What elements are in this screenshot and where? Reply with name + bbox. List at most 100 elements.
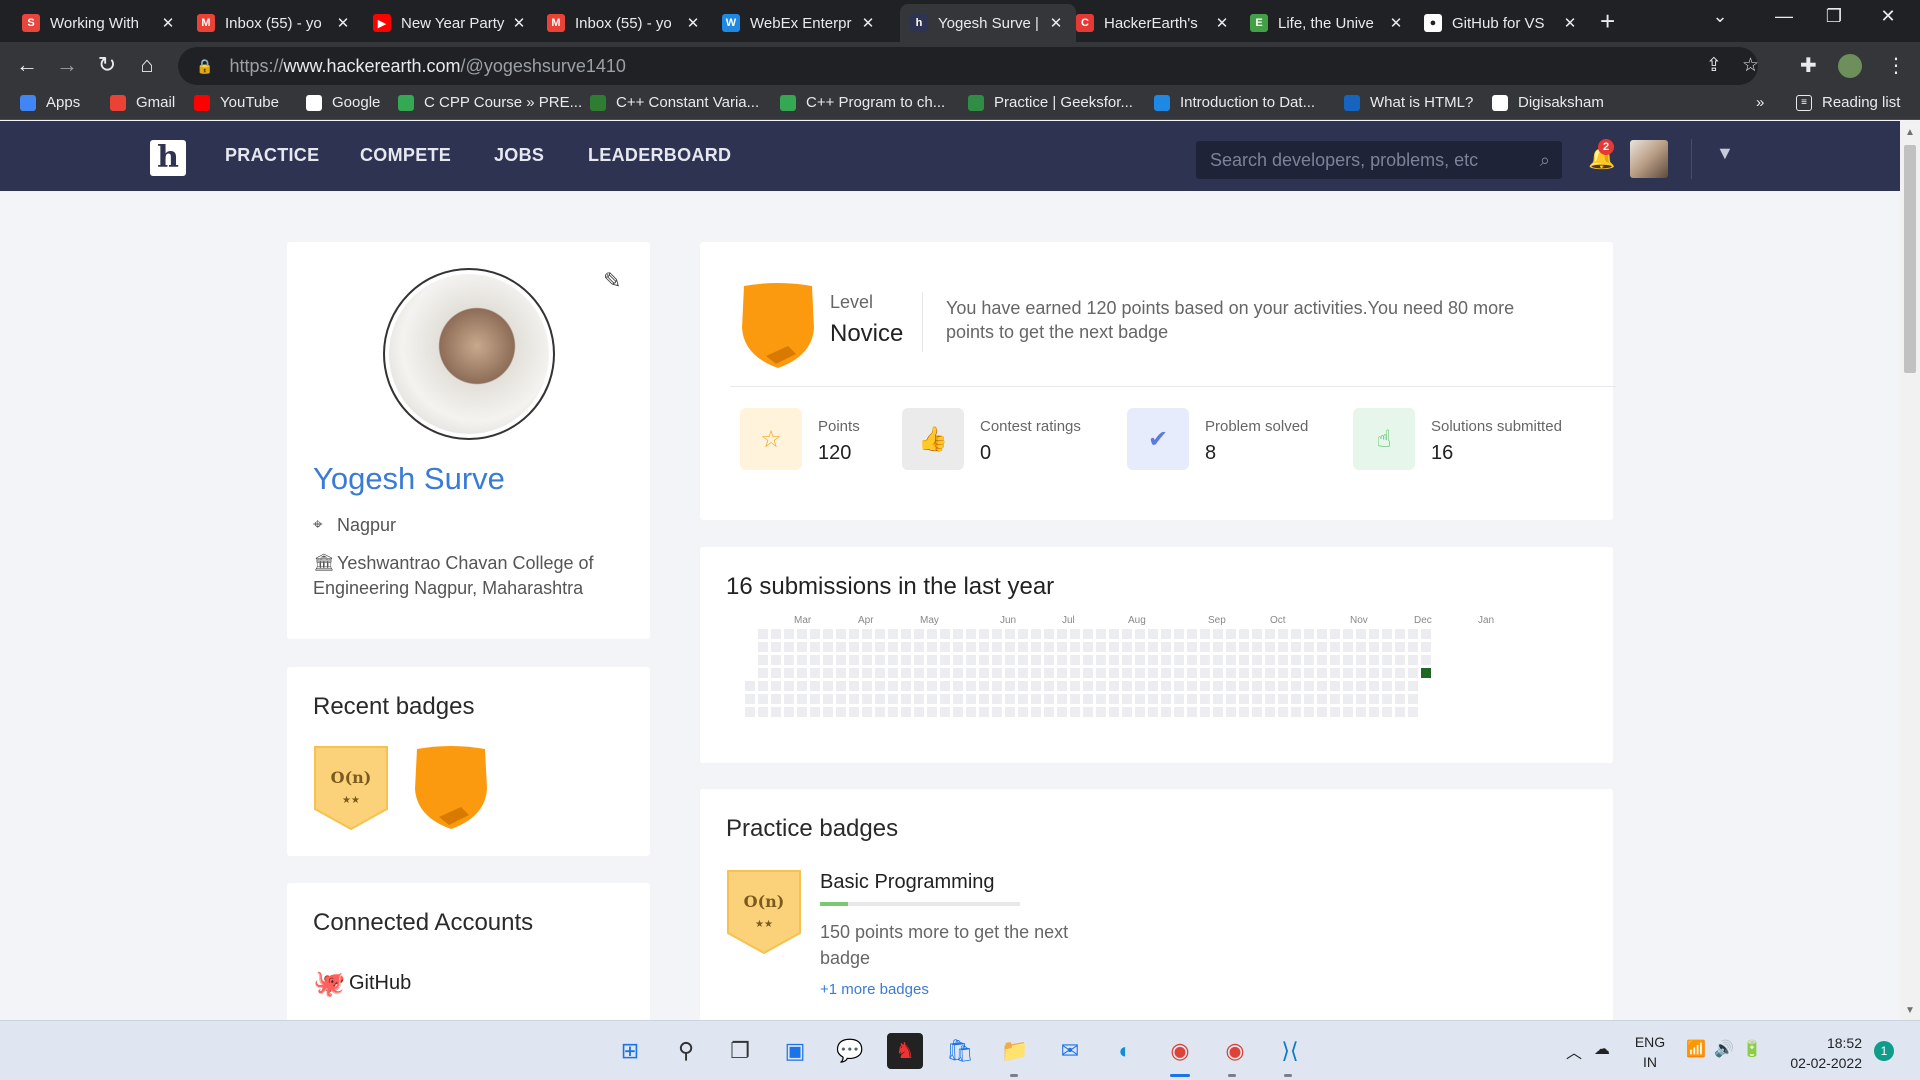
heatmap-cell[interactable] xyxy=(1057,629,1067,639)
heatmap-cell[interactable] xyxy=(1057,707,1067,717)
heatmap-cell[interactable] xyxy=(862,642,872,652)
heatmap-cell[interactable] xyxy=(1200,668,1210,678)
heatmap-cell[interactable] xyxy=(1213,642,1223,652)
heatmap-cell[interactable] xyxy=(1083,629,1093,639)
heatmap-cell[interactable] xyxy=(1304,655,1314,665)
heatmap-cell[interactable] xyxy=(1226,655,1236,665)
heatmap-cell[interactable] xyxy=(966,694,976,704)
volume-icon[interactable]: 🔊 xyxy=(1714,1039,1734,1059)
heatmap-cell[interactable] xyxy=(1395,629,1405,639)
bookmark-item[interactable]: Practice | Geeksfor... xyxy=(968,94,1133,111)
bookmark-item[interactable]: Apps xyxy=(20,94,80,111)
heatmap-cell[interactable] xyxy=(1239,694,1249,704)
heatmap-cell[interactable] xyxy=(1408,655,1418,665)
heatmap-cell[interactable] xyxy=(1278,694,1288,704)
heatmap-cell[interactable] xyxy=(1291,655,1301,665)
heatmap-cell[interactable] xyxy=(1070,655,1080,665)
browser-tab[interactable]: h Yogesh Surve | ✕ xyxy=(900,4,1076,42)
heatmap-cell[interactable] xyxy=(1252,655,1262,665)
reading-list-button[interactable]: ≡ Reading list xyxy=(1796,94,1900,111)
bookmark-item[interactable]: C++ Program to ch... xyxy=(780,94,945,111)
nav-jobs[interactable]: JOBS xyxy=(494,145,544,166)
page-scrollbar[interactable]: ▲ ▼ xyxy=(1900,121,1920,1020)
heatmap-cell[interactable] xyxy=(1252,642,1262,652)
heatmap-cell[interactable] xyxy=(966,629,976,639)
heatmap-cell[interactable] xyxy=(1187,642,1197,652)
heatmap-cell[interactable] xyxy=(940,642,950,652)
heatmap-cell[interactable] xyxy=(1304,668,1314,678)
heatmap-cell[interactable] xyxy=(1109,668,1119,678)
heatmap-cell[interactable] xyxy=(914,694,924,704)
heatmap-cell[interactable] xyxy=(1395,668,1405,678)
browser-tab[interactable]: S Working With ✕ xyxy=(12,4,188,42)
heatmap-cell[interactable] xyxy=(784,642,794,652)
onedrive-cloud-icon[interactable]: ☁ xyxy=(1594,1039,1610,1059)
heatmap-cell[interactable] xyxy=(1122,707,1132,717)
tab-close-icon[interactable]: ✕ xyxy=(683,14,703,32)
heatmap-cell[interactable] xyxy=(1174,707,1184,717)
heatmap-cell[interactable] xyxy=(1018,642,1028,652)
heatmap-cell[interactable] xyxy=(771,694,781,704)
chrome-profile-icon[interactable]: ◉ xyxy=(1217,1033,1253,1069)
heatmap-cell[interactable] xyxy=(1278,707,1288,717)
heatmap-cell[interactable] xyxy=(797,681,807,691)
bookmark-item[interactable]: C CPP Course » PRE... xyxy=(398,94,582,111)
more-bookmarks-button[interactable]: » xyxy=(1756,94,1764,111)
heatmap-cell[interactable] xyxy=(1382,655,1392,665)
heatmap-cell[interactable] xyxy=(940,668,950,678)
heatmap-cell[interactable] xyxy=(1317,681,1327,691)
heatmap-cell[interactable] xyxy=(1109,629,1119,639)
heatmap-cell[interactable] xyxy=(823,629,833,639)
heatmap-cell[interactable] xyxy=(875,655,885,665)
heatmap-cell[interactable] xyxy=(862,629,872,639)
heatmap-cell[interactable] xyxy=(914,629,924,639)
heatmap-cell[interactable] xyxy=(1395,642,1405,652)
heatmap-cell[interactable] xyxy=(992,681,1002,691)
heatmap-cell[interactable] xyxy=(784,707,794,717)
heatmap-cell[interactable] xyxy=(992,642,1002,652)
heatmap-cell[interactable] xyxy=(1317,629,1327,639)
heatmap-cell[interactable] xyxy=(797,707,807,717)
heatmap-cell[interactable] xyxy=(1226,694,1236,704)
tab-search-chevron-icon[interactable]: ⌄ xyxy=(1700,6,1740,27)
heatmap-cell[interactable] xyxy=(1369,668,1379,678)
nav-practice[interactable]: PRACTICE xyxy=(225,145,319,166)
heatmap-cell[interactable] xyxy=(1239,668,1249,678)
heatmap-cell[interactable] xyxy=(1187,629,1197,639)
heatmap-cell[interactable] xyxy=(940,629,950,639)
heatmap-cell[interactable] xyxy=(1174,668,1184,678)
heatmap-cell[interactable] xyxy=(1395,655,1405,665)
heatmap-cell[interactable] xyxy=(745,707,755,717)
heatmap-cell[interactable] xyxy=(914,668,924,678)
heatmap-cell[interactable] xyxy=(888,655,898,665)
close-window-button[interactable]: ✕ xyxy=(1868,6,1908,27)
heatmap-cell[interactable] xyxy=(771,655,781,665)
heatmap-cell[interactable] xyxy=(901,629,911,639)
heatmap-cell[interactable] xyxy=(1382,642,1392,652)
heatmap-cell[interactable] xyxy=(1031,642,1041,652)
share-icon[interactable]: ⇪ xyxy=(1706,54,1722,77)
tab-close-icon[interactable]: ✕ xyxy=(1212,14,1232,32)
heatmap-cell[interactable] xyxy=(940,655,950,665)
heatmap-cell[interactable] xyxy=(1330,668,1340,678)
heatmap-cell[interactable] xyxy=(1304,629,1314,639)
heatmap-cell[interactable] xyxy=(797,629,807,639)
bookmark-item[interactable]: YouTube xyxy=(194,94,279,111)
heatmap-cell[interactable] xyxy=(1148,694,1158,704)
heatmap-cell[interactable] xyxy=(836,694,846,704)
heatmap-cell[interactable] xyxy=(1291,694,1301,704)
heatmap-cell[interactable] xyxy=(1148,681,1158,691)
heatmap-cell[interactable] xyxy=(1200,655,1210,665)
heatmap-cell[interactable] xyxy=(823,655,833,665)
heatmap-cell[interactable] xyxy=(1369,642,1379,652)
heatmap-cell[interactable] xyxy=(1161,668,1171,678)
heatmap-cell[interactable] xyxy=(1057,694,1067,704)
heatmap-cell[interactable] xyxy=(1031,629,1041,639)
tab-close-icon[interactable]: ✕ xyxy=(1046,14,1066,32)
heatmap-cell[interactable] xyxy=(1005,707,1015,717)
heatmap-cell[interactable] xyxy=(1343,668,1353,678)
heatmap-cell[interactable] xyxy=(1330,707,1340,717)
search-icon[interactable]: ⚲ xyxy=(668,1033,704,1069)
heatmap-cell[interactable] xyxy=(979,655,989,665)
heatmap-cell[interactable] xyxy=(927,694,937,704)
